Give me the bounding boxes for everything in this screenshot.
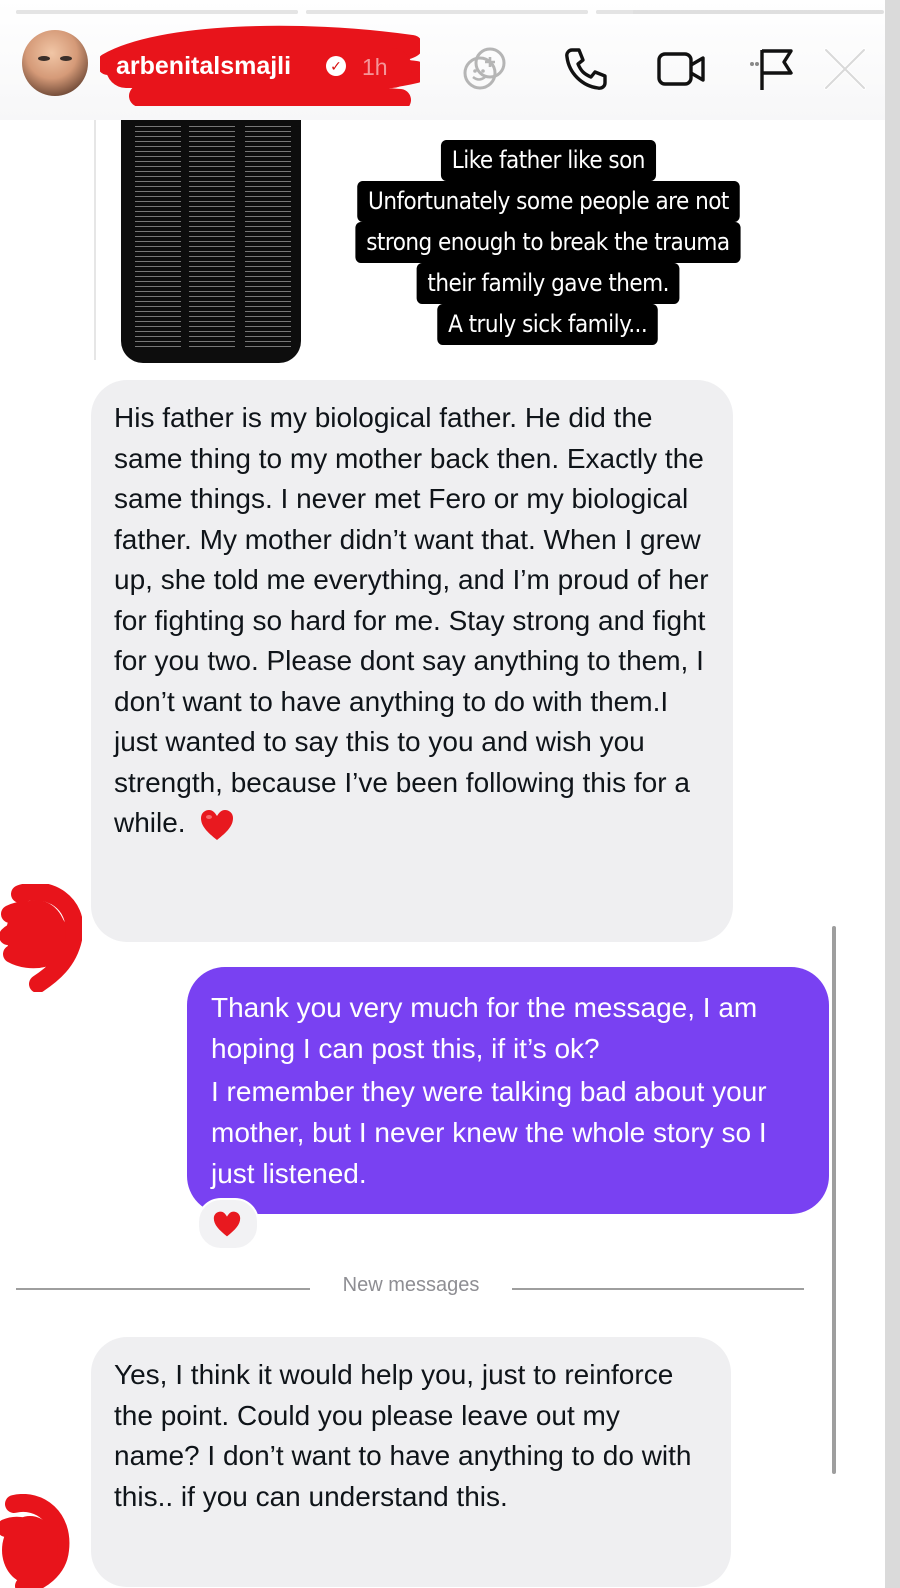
redaction-scribble (0, 1494, 70, 1588)
story-progress (16, 10, 884, 14)
overlay-line: their family gave them. (416, 263, 680, 304)
window-edge (885, 0, 900, 1588)
incoming-message[interactable]: His father is my biological father. He d… (91, 380, 733, 942)
shared-document-thumbnail[interactable] (121, 120, 301, 363)
story-text-overlay: Like father like son Unfortunately some … (323, 140, 773, 345)
avatar[interactable] (22, 30, 88, 96)
redaction-scribble (0, 884, 82, 992)
document-text-column (245, 124, 291, 349)
message-text: His father is my biological father. He d… (114, 402, 709, 838)
video-camera-icon[interactable] (656, 44, 706, 94)
flag-icon[interactable] (748, 44, 798, 94)
overlay-line: strong enough to break the trauma (355, 222, 741, 263)
red-heart-icon (213, 1211, 241, 1237)
reply-thread-line (94, 120, 96, 360)
avatar-eye (60, 56, 72, 61)
effects-icon[interactable] (460, 44, 510, 94)
divider-line (16, 1288, 310, 1290)
verified-badge-icon: ✓ (326, 56, 346, 76)
progress-segment-2 (306, 10, 588, 14)
message-text: I remember they were talking bad about y… (211, 1076, 767, 1189)
progress-segment-1 (16, 10, 298, 14)
new-messages-label: New messages (342, 1274, 480, 1296)
scrollbar[interactable] (832, 926, 836, 1474)
message-text: Thank you very much for the message, I a… (211, 992, 758, 1064)
post-time: 1h (362, 54, 388, 80)
heart-reaction[interactable] (197, 1198, 259, 1250)
red-heart-icon (201, 809, 234, 840)
incoming-message[interactable]: Yes, I think it would help you, just to … (91, 1337, 731, 1587)
avatar-eye (38, 56, 50, 61)
divider-line (512, 1288, 804, 1290)
message-text: Yes, I think it would help you, just to … (114, 1359, 692, 1512)
progress-fill (596, 10, 634, 14)
progress-fill (306, 10, 588, 14)
progress-fill (16, 10, 298, 14)
outgoing-message[interactable]: Thank you very much for the message, I a… (187, 967, 829, 1214)
document-text-column (135, 124, 181, 349)
username[interactable]: arbenitalsmajli (116, 52, 291, 81)
close-icon[interactable] (820, 44, 870, 94)
overlay-line: Unfortunately some people are not (356, 181, 740, 222)
document-text-column (189, 124, 235, 349)
overlay-line: Like father like son (440, 140, 656, 181)
progress-segment-3 (596, 10, 884, 14)
overlay-line: A truly sick family... (437, 304, 659, 345)
phone-icon[interactable] (560, 44, 610, 94)
